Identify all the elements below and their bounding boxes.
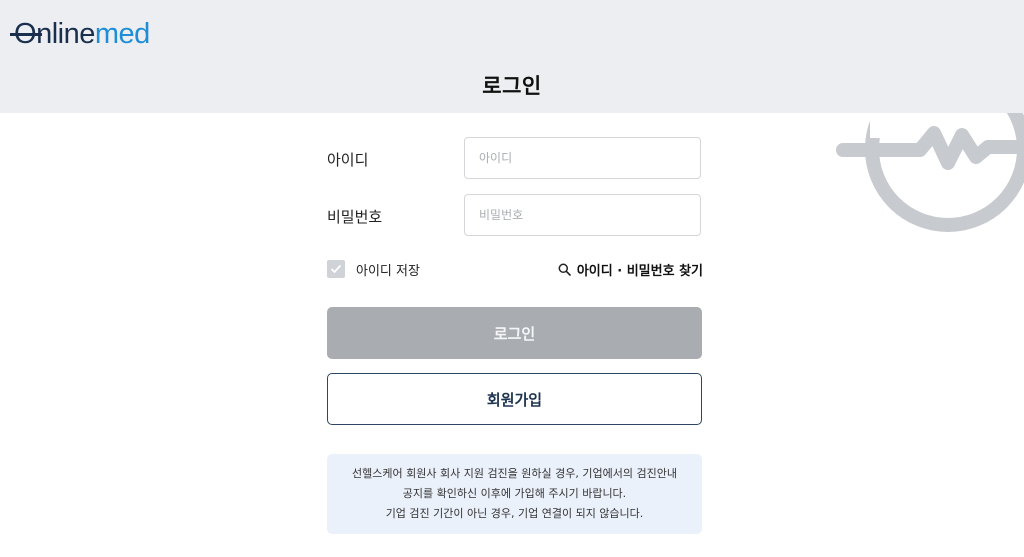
password-input[interactable] [464,194,701,236]
search-icon [558,263,571,276]
notice-line-2: 공지를 확인하신 이후에 가입해 주시기 바랍니다. [402,487,627,500]
remember-id-label[interactable]: 아이디 저장 [356,260,420,279]
logo-text-nline: nline [36,18,95,50]
remember-id-checkbox[interactable] [327,260,345,278]
options-row: 아이디 저장 아이디 · 비밀번호 찾기 [327,258,703,280]
heartbeat-logo-icon [830,113,1024,253]
logo-pulse-line [10,33,42,36]
notice-line-1: 선헬스케어 회원사 회사 지원 검진을 원하실 경우, 기업에서의 검진안내 [352,467,677,480]
onlinemed-logo[interactable]: Onlinemed [10,16,150,52]
signup-button-label: 회원가입 [486,390,543,409]
notice-line-3: 기업 검진 기간이 아닌 경우, 기업 연결이 되지 않습니다. [385,507,644,520]
page-title: 로그인 [482,74,542,98]
signup-button[interactable]: 회원가입 [327,373,702,425]
logo-o: O [10,16,42,52]
id-row: 아이디 [327,137,703,181]
password-label: 비밀번호 [327,208,383,226]
login-button[interactable]: 로그인 [327,307,702,359]
id-label: 아이디 [327,151,369,169]
notice-box: 선헬스케어 회원사 회사 지원 검진을 원하실 경우, 기업에서의 검진안내 공… [327,454,702,534]
id-input[interactable] [464,137,701,179]
logo-text-med: med [94,18,150,50]
find-id-password-link[interactable]: 아이디 · 비밀번호 찾기 [558,260,703,279]
password-row: 비밀번호 [327,194,703,238]
header: Onlinemed 로그인 [0,0,1024,113]
login-button-label: 로그인 [493,324,536,343]
check-icon [330,264,342,274]
find-link-label: 아이디 · 비밀번호 찾기 [576,264,703,279]
